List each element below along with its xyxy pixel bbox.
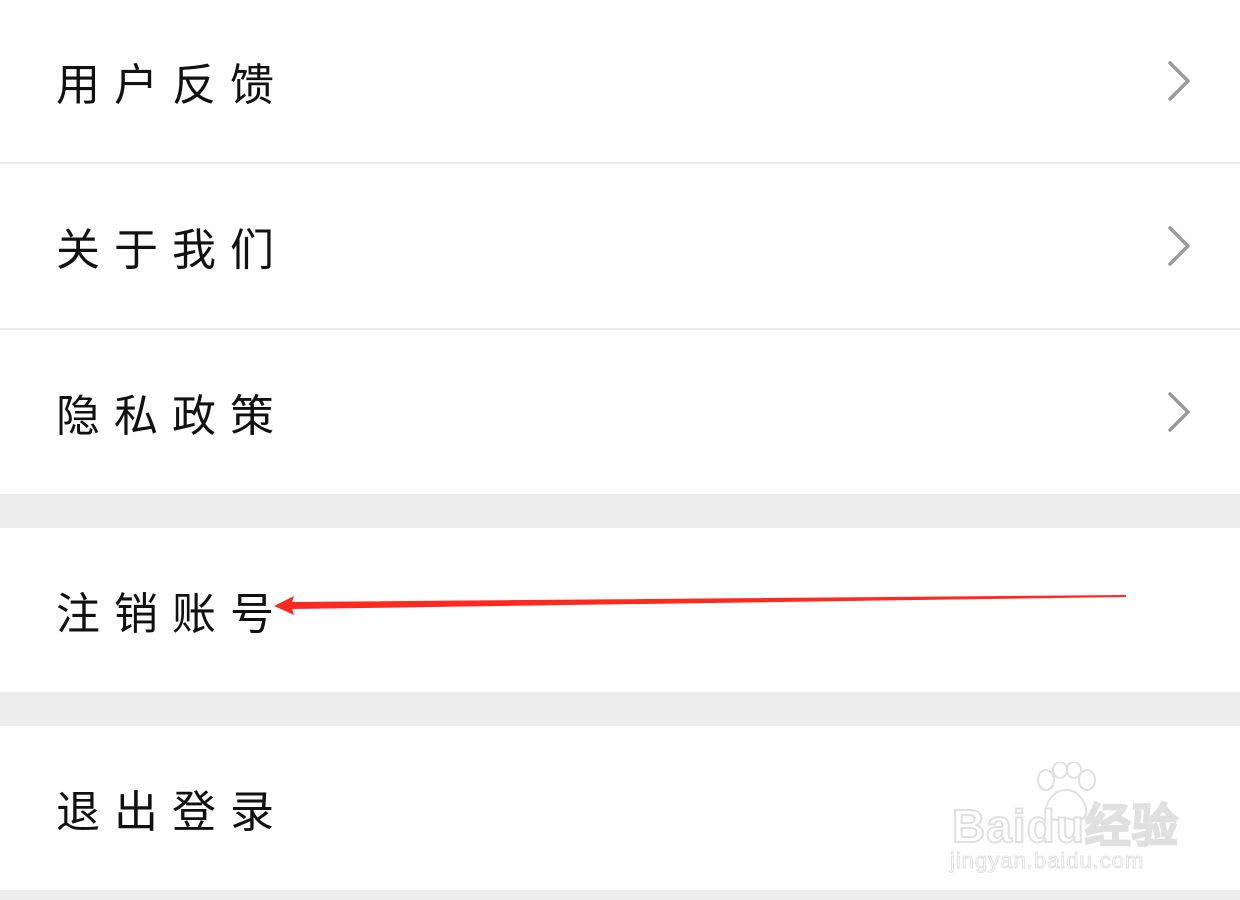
menu-item-user-feedback[interactable]: 用户反馈 xyxy=(0,0,1240,164)
watermark-url: jingyan.baidu.com xyxy=(949,848,1145,874)
chevron-right-icon xyxy=(1164,224,1194,268)
menu-item-label: 隐私政策 xyxy=(56,391,288,442)
settings-screen: 用户反馈 关于我们 隐私政策 注销账号 退出登录 Baidu经验 jingyan… xyxy=(0,0,1240,900)
settings-group-info: 用户反馈 关于我们 隐私政策 xyxy=(0,0,1240,494)
watermark-brand: Baidu经验 xyxy=(951,799,1179,853)
baidu-jingyan-watermark: Baidu经验 jingyan.baidu.com xyxy=(948,762,1179,880)
settings-group-account: 注销账号 xyxy=(0,528,1240,692)
chevron-right-icon xyxy=(1164,390,1194,434)
chevron-right-icon xyxy=(1164,59,1194,103)
menu-item-label: 用户反馈 xyxy=(56,60,288,111)
menu-item-label: 退出登录 xyxy=(56,787,288,838)
menu-item-label: 注销账号 xyxy=(56,589,288,640)
menu-item-cancel-account[interactable]: 注销账号 xyxy=(0,528,1240,692)
menu-item-about-us[interactable]: 关于我们 xyxy=(0,164,1240,330)
menu-item-label: 关于我们 xyxy=(56,225,288,276)
menu-item-privacy-policy[interactable]: 隐私政策 xyxy=(0,330,1240,494)
